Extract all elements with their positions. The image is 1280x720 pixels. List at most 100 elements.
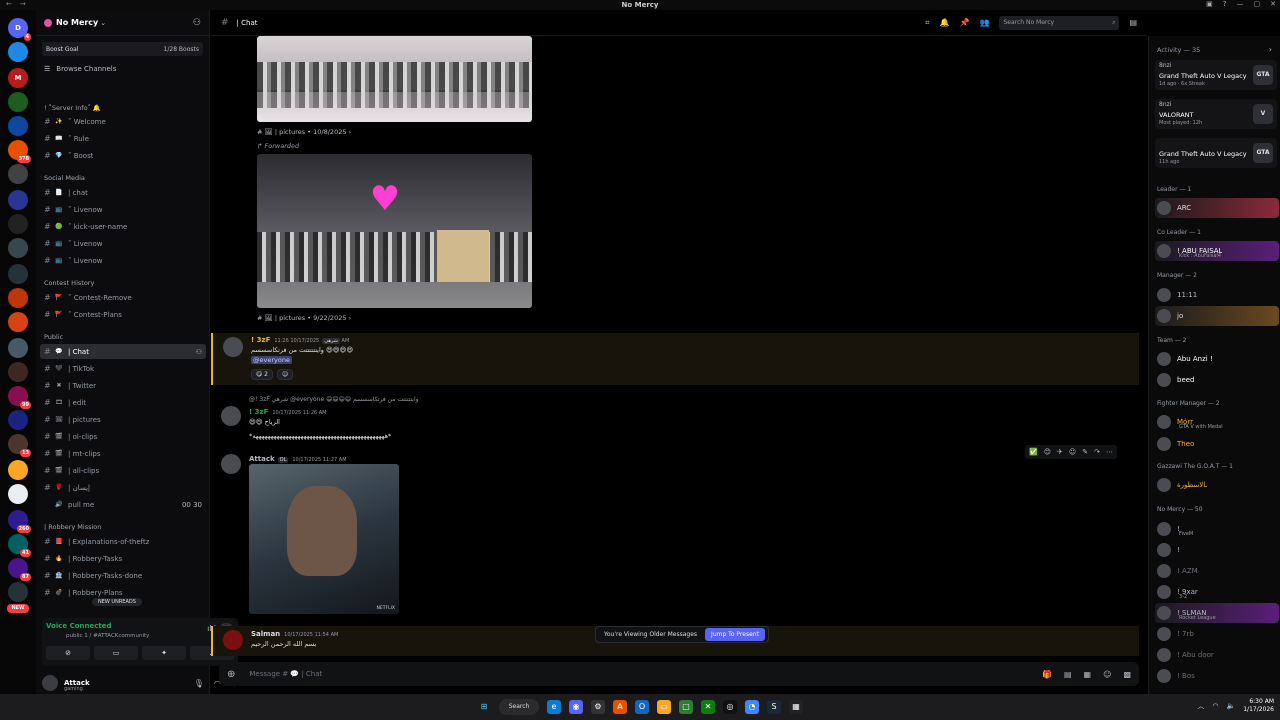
channel-item[interactable]: # 🚩 ˚ Contest-Remove bbox=[40, 290, 206, 305]
avatar[interactable] bbox=[223, 630, 243, 650]
gif-icon[interactable]: ▤ bbox=[1064, 670, 1072, 679]
server-icon[interactable]: 378 bbox=[8, 140, 31, 163]
add-attachment-icon[interactable]: ⊕ bbox=[227, 669, 235, 680]
member-item[interactable]: ! Abu door bbox=[1155, 645, 1279, 665]
channel-item[interactable]: # 🚩 ˚ Contest-Plans bbox=[40, 307, 206, 322]
member-item[interactable]: ! 9xar 3-2 bbox=[1155, 582, 1279, 602]
member-item[interactable]: jo bbox=[1155, 306, 1279, 326]
attachment-image[interactable] bbox=[257, 36, 532, 122]
member-item[interactable]: ! Bos bbox=[1155, 666, 1279, 686]
channel-category[interactable]: | Robbery Mission bbox=[44, 523, 101, 531]
channel-item[interactable]: # 📕 | Explanations-of-theftz bbox=[40, 534, 206, 549]
activity-card[interactable]: 8nzi Grand Theft Auto V Legacy 1d ago · 6x… bbox=[1155, 60, 1277, 90]
avatar[interactable] bbox=[42, 675, 58, 691]
channel-item[interactable]: # 📺 ˚ Livenow bbox=[40, 253, 206, 268]
activity-card[interactable]: Grand Theft Auto V Legacy 11h ago GTA bbox=[1155, 138, 1277, 168]
member-item[interactable]: ARC bbox=[1155, 198, 1279, 218]
member-item[interactable]: ! bbox=[1155, 540, 1279, 560]
server-icon[interactable]: 41 bbox=[8, 534, 31, 557]
attachment-source[interactable]: # 🖼 | pictures • 10/8/2025 › bbox=[257, 128, 351, 136]
guild-header[interactable]: No Mercy ⌄ ⚇ bbox=[36, 10, 209, 36]
voice-channel[interactable]: public 1 / #ATTACKcommunity bbox=[66, 633, 149, 639]
help-icon[interactable]: ? bbox=[1223, 0, 1227, 8]
search-input[interactable]: Search No Mercy ⌕ bbox=[999, 15, 1120, 30]
channel-item[interactable]: # 🖼 | pictures bbox=[40, 412, 206, 427]
activities-button[interactable]: ✦ bbox=[142, 646, 186, 660]
xbox-icon[interactable]: ✕ bbox=[701, 700, 715, 714]
channel-item[interactable]: # 🎬 | all-clips bbox=[40, 463, 206, 478]
threads-icon[interactable]: ⌗ bbox=[925, 18, 930, 28]
clock[interactable]: 6:30 AM 1/17/2026 bbox=[1243, 698, 1274, 714]
boost-goal[interactable]: Boost Goal 1/28 Boosts bbox=[42, 42, 203, 56]
inbox-icon[interactable]: ▤ bbox=[1129, 18, 1137, 27]
message-author[interactable]: Salman 10/17/2025 11:54 AM bbox=[251, 630, 338, 638]
server-icon[interactable]: M bbox=[8, 68, 28, 88]
message-input[interactable]: Message # 💬 | Chat bbox=[249, 670, 322, 678]
channel-item[interactable]: # 📄 | chat bbox=[40, 185, 206, 200]
server-icon[interactable]: 13 bbox=[8, 434, 31, 457]
message-author[interactable]: ! 3zF 10/17/2025 11:26 AM bbox=[249, 408, 327, 416]
channel-item[interactable]: # 💬 | Chat ⚇ bbox=[40, 344, 206, 359]
activity-card[interactable]: 8nzi VALORANT Most played: 12h V bbox=[1155, 99, 1277, 129]
emoji-icon[interactable]: ☺ bbox=[1103, 670, 1111, 679]
reaction[interactable]: 😋 2 bbox=[251, 369, 273, 380]
app-icon[interactable]: ▢ bbox=[679, 700, 693, 714]
member-item[interactable]: Theo bbox=[1155, 434, 1279, 454]
server-icon[interactable] bbox=[8, 338, 28, 358]
member-item[interactable]: ! ABU FAISAL Kick : AbuFaisal4 bbox=[1155, 241, 1279, 261]
server-icon[interactable] bbox=[8, 484, 28, 504]
server-icon[interactable] bbox=[8, 460, 28, 480]
app-icon[interactable]: A bbox=[613, 700, 627, 714]
message-author[interactable]: ! 3zF شرهي10/17/2025 11:26 AM bbox=[251, 336, 349, 344]
member-item[interactable]: ! SLMAN Rocket League bbox=[1155, 603, 1279, 623]
add-member-icon[interactable]: ⚇ bbox=[193, 18, 201, 28]
members-icon[interactable]: 👥 bbox=[979, 18, 989, 27]
server-icon[interactable] bbox=[8, 116, 28, 136]
server-icon[interactable] bbox=[8, 582, 28, 602]
app-icon[interactable]: ◎ bbox=[723, 700, 737, 714]
pin-icon[interactable]: 📌 bbox=[960, 18, 970, 27]
channel-item[interactable]: # 📖 ˚ Rule bbox=[40, 131, 206, 146]
channel-item[interactable]: # 🖤 | TikTok bbox=[40, 361, 206, 376]
discord-taskbar-icon[interactable]: ◉ bbox=[569, 700, 583, 714]
message[interactable]: ! 3zF شرهي10/17/2025 11:26 AM وايتتتتتتت … bbox=[211, 333, 1139, 385]
chevron-right-icon[interactable]: › bbox=[1269, 45, 1272, 54]
member-item[interactable]: ـالاسطورة bbox=[1155, 475, 1279, 495]
channel-category[interactable]: Contest History bbox=[44, 279, 94, 287]
server-icon[interactable] bbox=[8, 264, 28, 284]
add-reaction-button[interactable]: ☺ bbox=[276, 369, 294, 380]
channel-item[interactable]: # 💎 ˚ Boost bbox=[40, 148, 206, 163]
windows-start-icon[interactable]: ⊞ bbox=[477, 700, 491, 714]
message-author[interactable]: Attack OL 10/17/2025 11:27 AM bbox=[249, 455, 347, 463]
channel-item[interactable]: # 💣 | Robbery-Plans bbox=[40, 585, 206, 600]
inbox-icon[interactable]: ▣ bbox=[1206, 0, 1213, 8]
message-composer[interactable]: ⊕ Message # 💬 | Chat 🎁 ▤ ▦ ☺ ▩ bbox=[219, 662, 1139, 686]
server-icon[interactable] bbox=[8, 288, 28, 308]
server-icon[interactable] bbox=[8, 238, 28, 258]
taskbar-search[interactable]: Search bbox=[499, 699, 539, 715]
settings-icon[interactable]: ⚙ bbox=[591, 700, 605, 714]
channel-item[interactable]: # 🏦 | Robbery-Tasks-done bbox=[40, 568, 206, 583]
member-item[interactable]: Mórr GTA V with Medal bbox=[1155, 412, 1279, 432]
attachment-source[interactable]: # 🖼 | pictures • 9/22/2025 › bbox=[257, 314, 351, 322]
forward-icon[interactable]: → bbox=[20, 0, 26, 8]
member-item[interactable]: beed bbox=[1155, 370, 1279, 390]
back-icon[interactable]: ← bbox=[6, 0, 12, 8]
server-icon[interactable]: D4 bbox=[8, 18, 31, 41]
volume-icon[interactable]: 🔈 bbox=[1227, 702, 1236, 710]
microphone-icon[interactable]: 🎙 bbox=[194, 679, 204, 688]
server-icon[interactable]: 87 bbox=[8, 558, 31, 581]
channel-category[interactable]: Public bbox=[44, 333, 63, 341]
attachment-image[interactable]: NETFLIX bbox=[249, 464, 399, 614]
jump-to-present-button[interactable]: Jump To Present bbox=[705, 628, 765, 641]
server-icon[interactable] bbox=[8, 312, 28, 332]
avatar[interactable] bbox=[223, 337, 243, 357]
channel-category[interactable]: ! ˚Server Info˚ 🔔 bbox=[44, 104, 101, 112]
bell-icon[interactable]: 🔔 bbox=[940, 18, 950, 27]
apps-icon[interactable]: ▩ bbox=[1123, 670, 1131, 679]
channel-item[interactable]: # 🎞 | edit bbox=[40, 395, 206, 410]
avatar[interactable] bbox=[221, 454, 241, 474]
edge-icon[interactable]: e bbox=[547, 700, 561, 714]
channel-item[interactable]: # 🎬 | ol-clips bbox=[40, 429, 206, 444]
channel-item[interactable]: 🔊 pull me 00 30 bbox=[40, 497, 206, 512]
